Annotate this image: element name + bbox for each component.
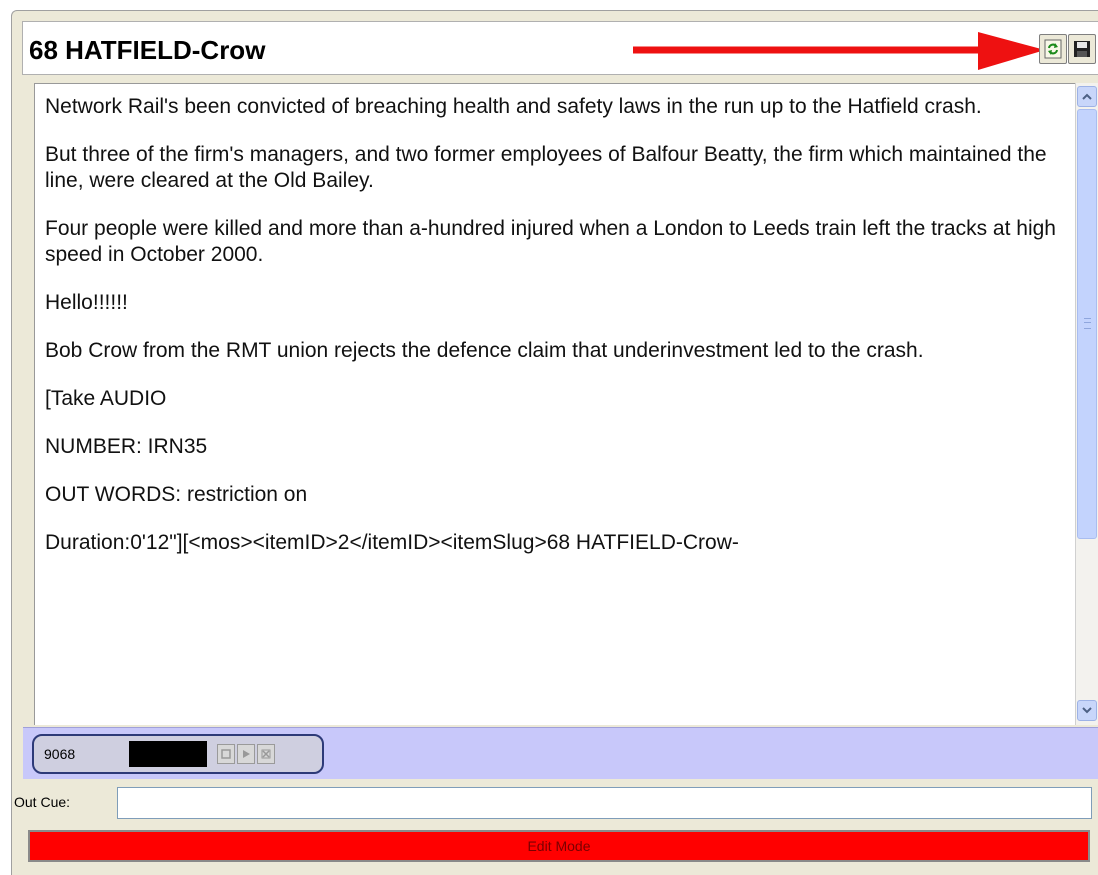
script-paragraph: Network Rail's been convicted of breachi…: [45, 95, 982, 118]
edit-mode-bar[interactable]: Edit Mode: [28, 830, 1090, 862]
script-paragraph: NUMBER: IRN35: [45, 435, 208, 458]
media-id: 9068: [44, 746, 76, 762]
close-icon: [261, 749, 271, 759]
script-paragraph: [Take AUDIO: [45, 387, 167, 410]
edit-mode-label: Edit Mode: [527, 838, 591, 854]
refresh-button[interactable]: [1039, 34, 1067, 64]
media-play-button[interactable]: [237, 744, 255, 764]
script-paragraph: But three of the firm's managers, and tw…: [45, 143, 1047, 192]
media-remove-button[interactable]: [257, 744, 275, 764]
scrollbar-thumb[interactable]: [1077, 109, 1097, 539]
save-button[interactable]: [1068, 34, 1096, 64]
play-icon: [243, 750, 250, 758]
script-paragraph: Bob Crow from the RMT union rejects the …: [45, 339, 924, 362]
stop-icon: [221, 749, 231, 759]
story-editor-window: 68 HATFIELD-Crow Network Rail's been con…: [11, 10, 1098, 875]
scroll-up-button[interactable]: [1077, 86, 1097, 107]
media-preview: [129, 741, 207, 767]
scroll-down-button[interactable]: [1077, 700, 1097, 721]
story-title: 68 HATFIELD-Crow: [29, 35, 266, 65]
scrollbar-grip: [1084, 318, 1091, 329]
script-paragraph: Hello!!!!!!: [45, 291, 128, 314]
script-paragraph: OUT WORDS: restriction on: [45, 483, 308, 506]
chevron-down-icon: [1082, 707, 1092, 714]
story-title-bar: 68 HATFIELD-Crow: [22, 21, 1098, 75]
media-item[interactable]: 9068: [32, 734, 324, 774]
script-text-area[interactable]: Network Rail's been convicted of breachi…: [34, 83, 1075, 725]
media-bar: 9068: [23, 727, 1098, 779]
out-cue-label: Out Cue:: [14, 794, 71, 810]
floppy-disk-icon: [1074, 41, 1090, 57]
media-stop-button[interactable]: [217, 744, 235, 764]
script-paragraph: Duration:0'12"][<mos><itemID>2</itemID><…: [45, 531, 739, 554]
vertical-scrollbar[interactable]: [1075, 83, 1098, 725]
out-cue-input[interactable]: [117, 787, 1092, 819]
script-paragraph: Four people were killed and more than a-…: [45, 217, 1056, 266]
chevron-up-icon: [1082, 93, 1092, 100]
refresh-icon: [1044, 39, 1062, 59]
annotation-arrow-icon: [633, 32, 1045, 70]
